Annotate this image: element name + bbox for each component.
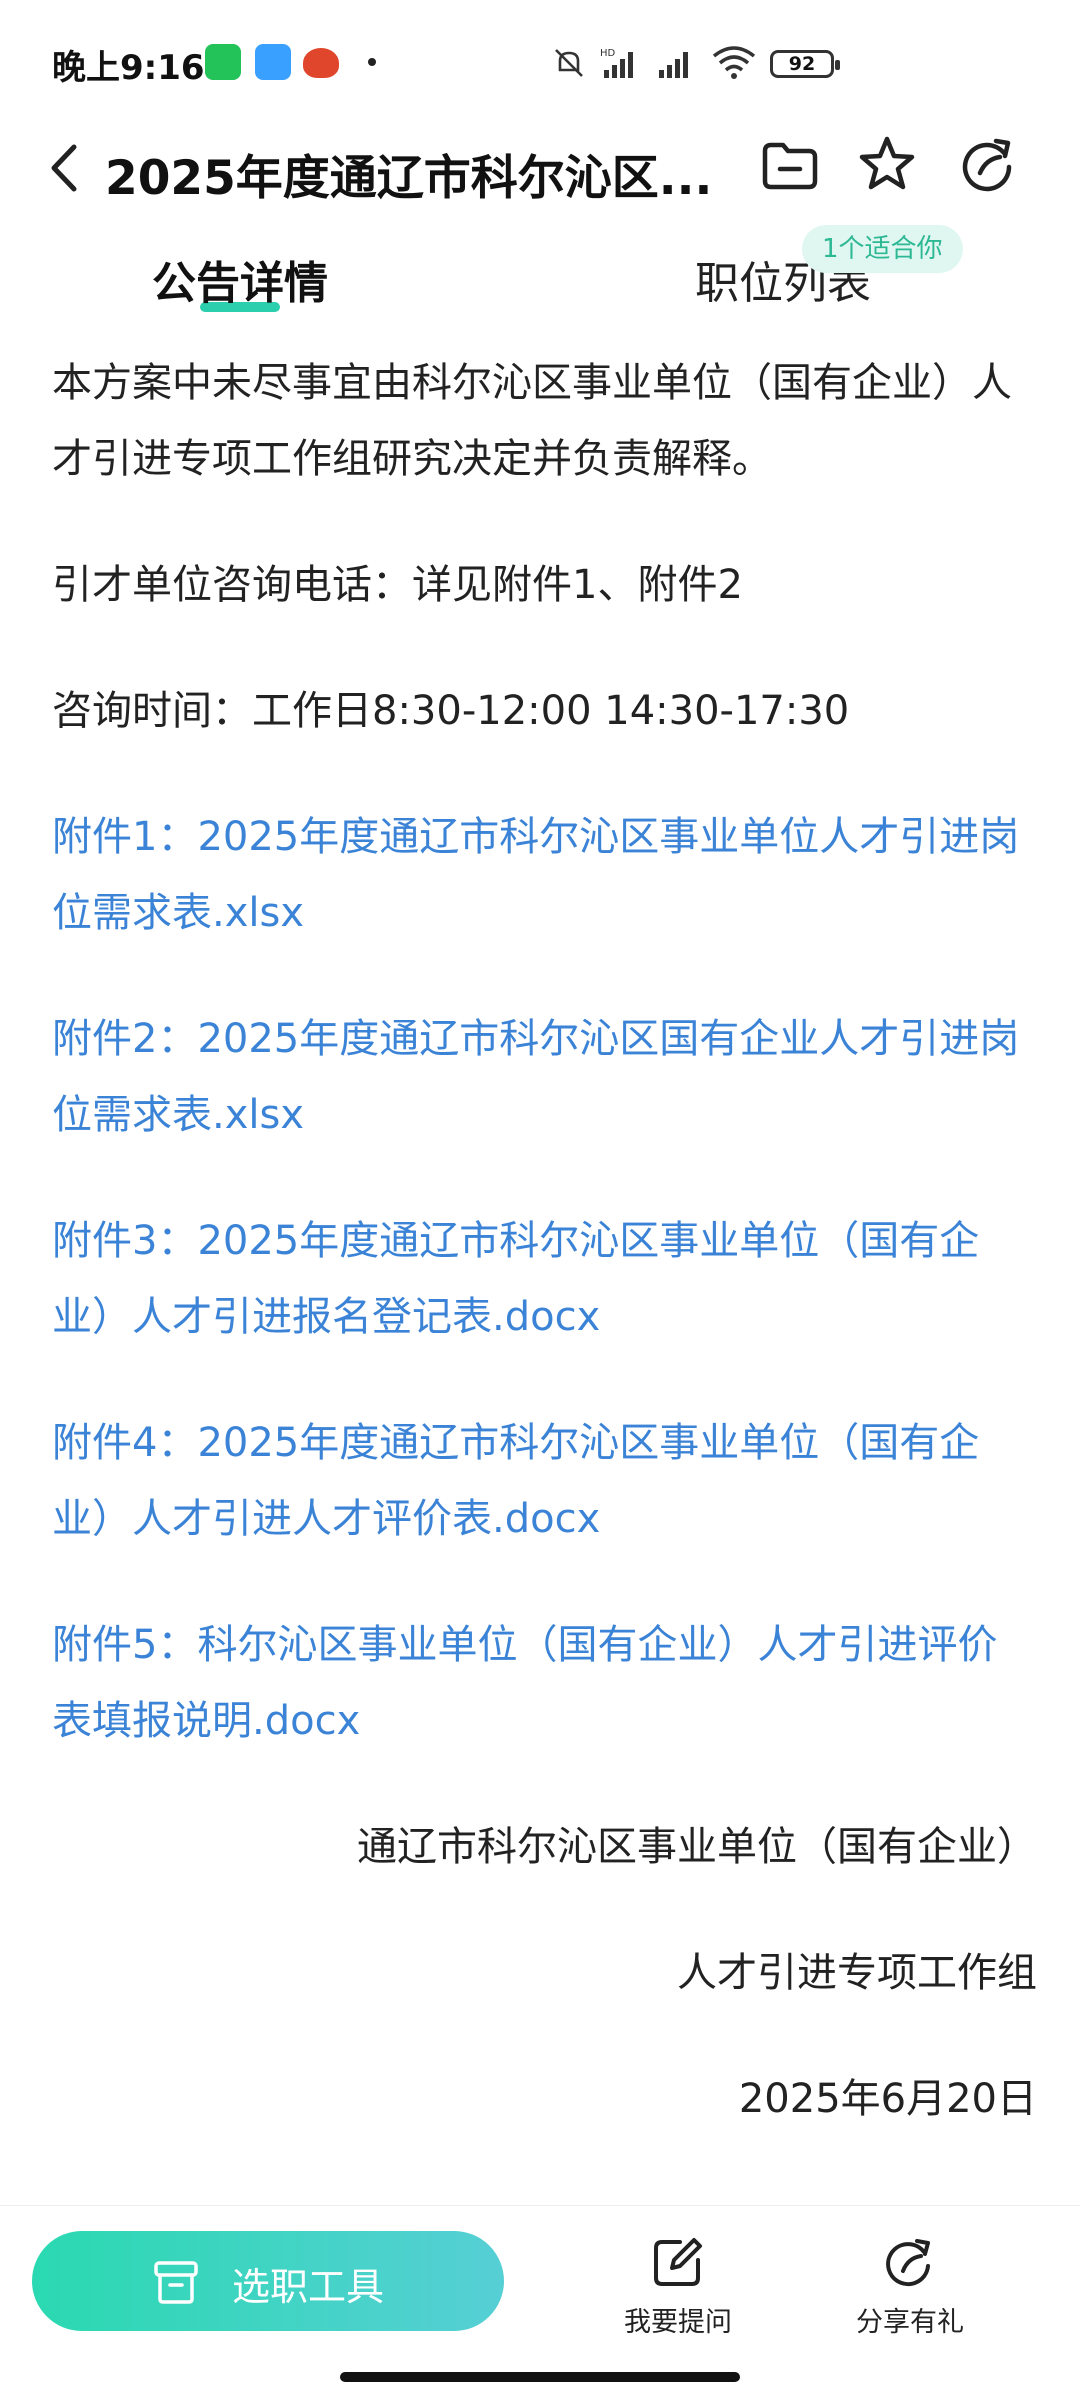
signature-group: 人才引进专项工作组 [677, 1950, 1037, 1996]
share-gift-button[interactable]: 分享有礼 [830, 2234, 990, 2339]
attachment-link-3[interactable]: 附件3：2025年度通辽市科尔沁区事业单位（国有企业）人才引进报名登记表.doc… [52, 1203, 1037, 1355]
paragraph-explanation: 本方案中未尽事宜由科尔沁区事业单位（国有企业）人才引进专项工作组研究决定并负责解… [52, 360, 1012, 482]
edit-icon [654, 2238, 702, 2286]
tab-notice-detail[interactable]: 公告详情 [152, 247, 328, 311]
status-bar: 晚上9:16 HD 92 [0, 0, 1080, 120]
back-icon[interactable] [38, 133, 98, 203]
mute-icon [555, 49, 583, 77]
home-indicator[interactable] [340, 2372, 740, 2382]
job-tool-label: 选职工具 [232, 2265, 385, 2309]
box-icon [154, 2261, 198, 2304]
attachment-link-1[interactable]: 附件1：2025年度通辽市科尔沁区事业单位人才引进岗位需求表.xlsx [52, 799, 1037, 951]
paragraph-hours: 咨询时间：工作日8:30-12:00 14:30-17:30 [52, 688, 850, 734]
signature-org: 通辽市科尔沁区事业单位（国有企业） [357, 1824, 1037, 1870]
attachment-link-4[interactable]: 附件4：2025年度通辽市科尔沁区事业单位（国有企业）人才引进人才评价表.doc… [52, 1405, 1037, 1557]
match-badge: 1个适合你 [802, 225, 963, 273]
page-title: 2025年度通辽市科尔沁区... [105, 151, 713, 206]
share-icon[interactable] [952, 129, 1022, 199]
status-time: 晚上9:16 [52, 48, 205, 88]
wechat-icon [205, 44, 241, 80]
battery-icon: 92 [770, 50, 840, 78]
signal-hd-icon: HD [600, 48, 633, 78]
signal-icon [659, 52, 688, 78]
bot-icon [303, 48, 339, 78]
paragraph-phone: 引才单位咨询电话：详见附件1、附件2 [52, 562, 743, 608]
notification-dot-icon [368, 58, 376, 66]
folder-icon[interactable] [755, 129, 825, 199]
cloud-icon [255, 44, 291, 80]
attachment-link-2[interactable]: 附件2：2025年度通辽市科尔沁区国有企业人才引进岗位需求表.xlsx [52, 1001, 1037, 1153]
attachment-link-5[interactable]: 附件5：科尔沁区事业单位（国有企业）人才引进评价表填报说明.docx [52, 1607, 1037, 1759]
title-bar: 2025年度通辽市科尔沁区... [0, 115, 1080, 225]
share-gift-label: 分享有礼 [856, 2307, 964, 2338]
ask-question-label: 我要提问 [624, 2307, 732, 2338]
wifi-icon [712, 46, 756, 79]
tab-bar: 公告详情 职位列表 1个适合你 [0, 225, 1080, 325]
share-gift-icon [886, 2239, 930, 2287]
job-tool-button[interactable]: 选职工具 [32, 2231, 504, 2331]
notice-content: 本方案中未尽事宜由科尔沁区事业单位（国有企业）人才引进专项工作组研究决定并负责解… [52, 345, 1037, 2137]
signature-date: 2025年6月20日 [738, 2076, 1037, 2122]
svg-text:HD: HD [600, 48, 616, 59]
ask-question-button[interactable]: 我要提问 [598, 2234, 758, 2339]
star-icon[interactable] [852, 129, 922, 199]
